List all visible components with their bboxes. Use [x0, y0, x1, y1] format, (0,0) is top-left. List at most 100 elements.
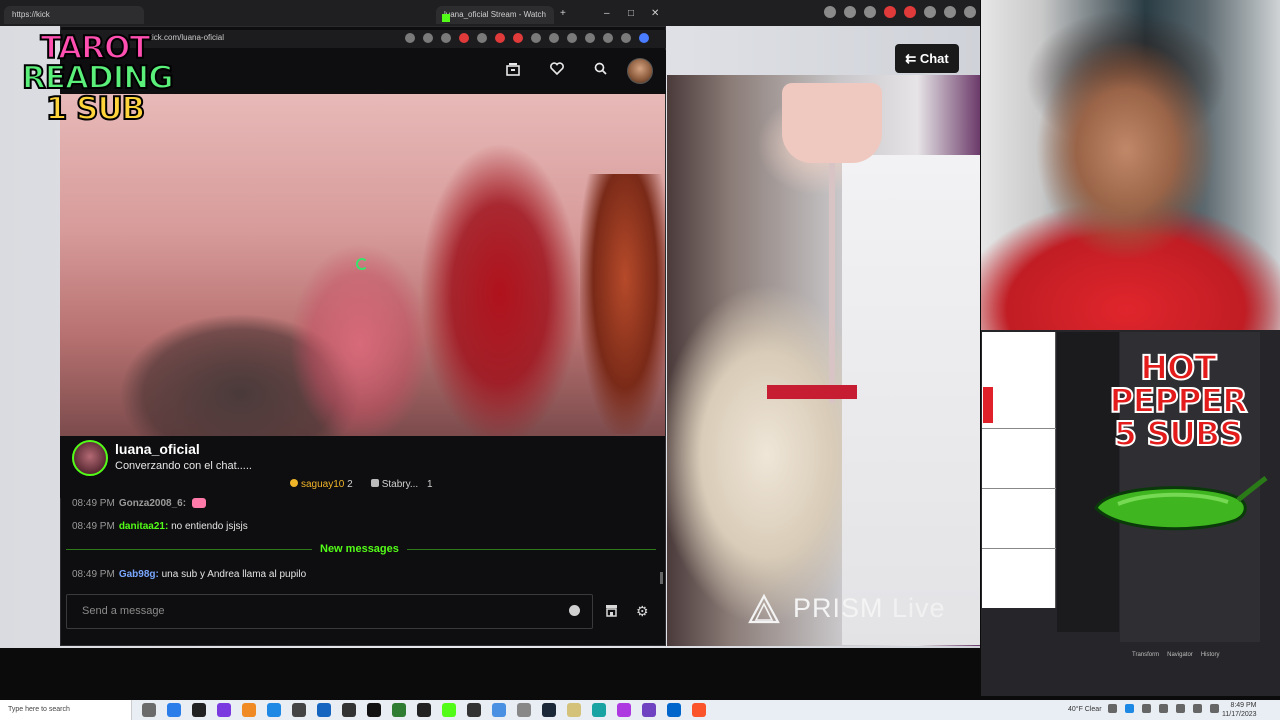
app-icon[interactable] [192, 703, 206, 717]
obs-red-marker [983, 387, 993, 423]
extension-icon[interactable] [531, 33, 541, 43]
tray-icon[interactable] [1210, 704, 1219, 713]
star-icon[interactable] [441, 33, 451, 43]
tray-icon[interactable] [1108, 704, 1117, 713]
prism-live-watermark: PRISM Live [748, 593, 946, 624]
streamer-webcam [981, 0, 1280, 330]
avatar[interactable] [627, 58, 653, 84]
gifter-badge[interactable]: Stabry... 1 [370, 479, 433, 490]
extension-icon[interactable] [513, 33, 523, 43]
extension-icon[interactable] [944, 6, 956, 18]
task-view-icon[interactable] [142, 703, 156, 717]
extension-icon[interactable] [864, 6, 876, 18]
tray-icon[interactable] [1142, 704, 1151, 713]
tray-icon[interactable] [1159, 704, 1168, 713]
app-icon[interactable] [592, 703, 606, 717]
app-icon[interactable] [242, 703, 256, 717]
clock[interactable]: 8:49 PM 11/17/2023 [1222, 701, 1257, 719]
loading-spinner-icon [356, 258, 368, 270]
app-icon[interactable] [342, 703, 356, 717]
extension-icon[interactable] [924, 6, 936, 18]
tray-icon[interactable] [1176, 704, 1185, 713]
weather-widget[interactable]: 40°F Clear [1068, 706, 1102, 713]
app-icon[interactable] [392, 703, 406, 717]
channel-avatar[interactable] [72, 440, 108, 476]
tray-icon[interactable] [1125, 704, 1134, 713]
extension-icon[interactable] [477, 33, 487, 43]
profile-icon[interactable] [964, 6, 976, 18]
reader-icon[interactable] [423, 33, 433, 43]
app-icon[interactable] [267, 703, 281, 717]
new-messages-label[interactable]: New messages [312, 543, 407, 555]
prism-light: Live [892, 593, 946, 623]
search-icon[interactable] [592, 62, 608, 78]
obs-tab[interactable]: Transform [1132, 652, 1159, 658]
new-tab-button[interactable]: + [560, 8, 566, 19]
app-icon[interactable] [642, 703, 656, 717]
chat-message: 08:49 PM Gonza2008_6: [72, 498, 207, 509]
chat-scrollbar[interactable] [660, 572, 663, 584]
app-icon[interactable] [667, 703, 681, 717]
app-icon[interactable] [317, 703, 331, 717]
extension-icon[interactable] [549, 33, 559, 43]
app-icon[interactable] [292, 703, 306, 717]
extension-icon[interactable] [844, 6, 856, 18]
coin-icon [290, 479, 298, 487]
app-icon[interactable] [442, 703, 456, 717]
chat-message: 08:49 PM Gab98g: una sub y Andrea llama a… [72, 569, 306, 580]
chat-toggle-button[interactable]: ⇇ Chat [895, 44, 959, 73]
chat-username[interactable]: danitaa21: [119, 521, 168, 532]
channel-name[interactable]: luana_oficial [115, 441, 200, 457]
divider [982, 428, 1056, 429]
app-icon[interactable] [417, 703, 431, 717]
library-icon[interactable] [505, 62, 521, 78]
stream-video[interactable] [60, 94, 665, 436]
tab-url[interactable]: https://kick [4, 6, 144, 24]
minimize-button[interactable]: – [604, 8, 610, 19]
app-icon[interactable] [492, 703, 506, 717]
divider [982, 548, 1056, 549]
system-tray [1108, 704, 1219, 713]
app-icon[interactable] [517, 703, 531, 717]
scene-wall [842, 155, 980, 645]
gifter-badge[interactable]: saguay10 2 [290, 479, 353, 490]
extension-icon[interactable] [459, 33, 469, 43]
chat-username[interactable]: Gab98g: [119, 569, 159, 580]
extension-icon[interactable] [567, 33, 577, 43]
extension-icon[interactable] [904, 6, 916, 18]
tarot-line: 1 SUB [45, 90, 147, 127]
stream-title: Converzando con el chat..... [115, 460, 252, 472]
gear-icon[interactable]: ⚙ [636, 603, 649, 620]
extension-icon[interactable] [585, 33, 595, 43]
chat-username[interactable]: Gonza2008_6: [119, 498, 186, 509]
tarot-line: READING [21, 60, 175, 97]
app-icon[interactable] [217, 703, 231, 717]
close-button[interactable]: ✕ [651, 8, 659, 19]
app-icon[interactable] [467, 703, 481, 717]
chat-input-placeholder[interactable]: Send a message [82, 605, 165, 617]
extension-icon[interactable] [603, 33, 613, 43]
obs-tab[interactable]: History [1201, 652, 1220, 658]
zoom-icon[interactable] [405, 33, 415, 43]
app-icon[interactable] [367, 703, 381, 717]
copilot-icon[interactable] [639, 33, 649, 43]
hot-pepper-overlay: HOT PEPPER 5 SUBS [1098, 350, 1258, 451]
extension-icon[interactable] [884, 6, 896, 18]
emoji-icon[interactable] [569, 605, 580, 616]
extension-icon[interactable] [824, 6, 836, 18]
maximize-button[interactable]: □ [628, 8, 634, 19]
app-icon[interactable] [567, 703, 581, 717]
store-icon[interactable] [605, 604, 618, 620]
steam-icon[interactable] [542, 703, 556, 717]
gifter-count: 1 [427, 479, 433, 490]
taskbar-search-placeholder[interactable]: Type here to search [8, 706, 70, 713]
profile-icon[interactable] [621, 33, 631, 43]
tray-icon[interactable] [1193, 704, 1202, 713]
app-icon[interactable] [617, 703, 631, 717]
obs-tab[interactable]: Navigator [1167, 652, 1193, 658]
tab-active[interactable]: luana_oficial Stream - Watch Li [436, 6, 554, 37]
brave-icon[interactable] [692, 703, 706, 717]
app-icon[interactable] [167, 703, 181, 717]
heart-icon[interactable] [549, 62, 565, 78]
extension-icon[interactable] [495, 33, 505, 43]
